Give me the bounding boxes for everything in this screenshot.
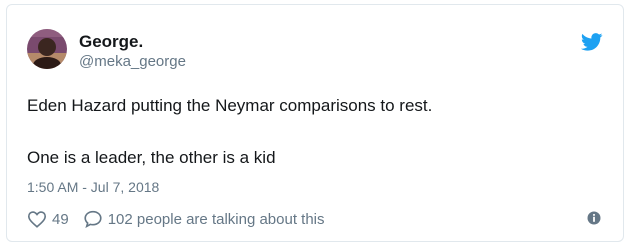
tweet-text-line-1: Eden Hazard putting the Neymar compariso… [27,96,433,115]
user-handle[interactable]: @meka_george [79,53,186,71]
display-name[interactable]: George. [79,32,143,52]
tweet-text: Eden Hazard putting the Neymar compariso… [27,95,607,169]
tweet-actions: 49 102 people are talking about this [27,208,325,230]
tweet-card[interactable]: George. @meka_george Eden Hazard putting… [6,4,624,242]
heart-icon [27,211,47,228]
like-count: 49 [52,210,69,228]
speech-bubble-icon [84,210,102,228]
tweet-timestamp[interactable]: 1:50 AM - Jul 7, 2018 [27,178,159,196]
avatar-photo-icon [27,29,67,69]
like-button[interactable]: 49 [27,210,69,228]
avatar[interactable] [27,29,67,69]
reply-button[interactable]: 102 people are talking about this [83,210,325,228]
info-icon[interactable] [587,211,601,225]
tweet-text-line-2: One is a leader, the other is a kid [27,148,276,167]
twitter-bird-icon[interactable] [581,33,603,51]
conversation-count: 102 people are talking about this [107,210,325,228]
